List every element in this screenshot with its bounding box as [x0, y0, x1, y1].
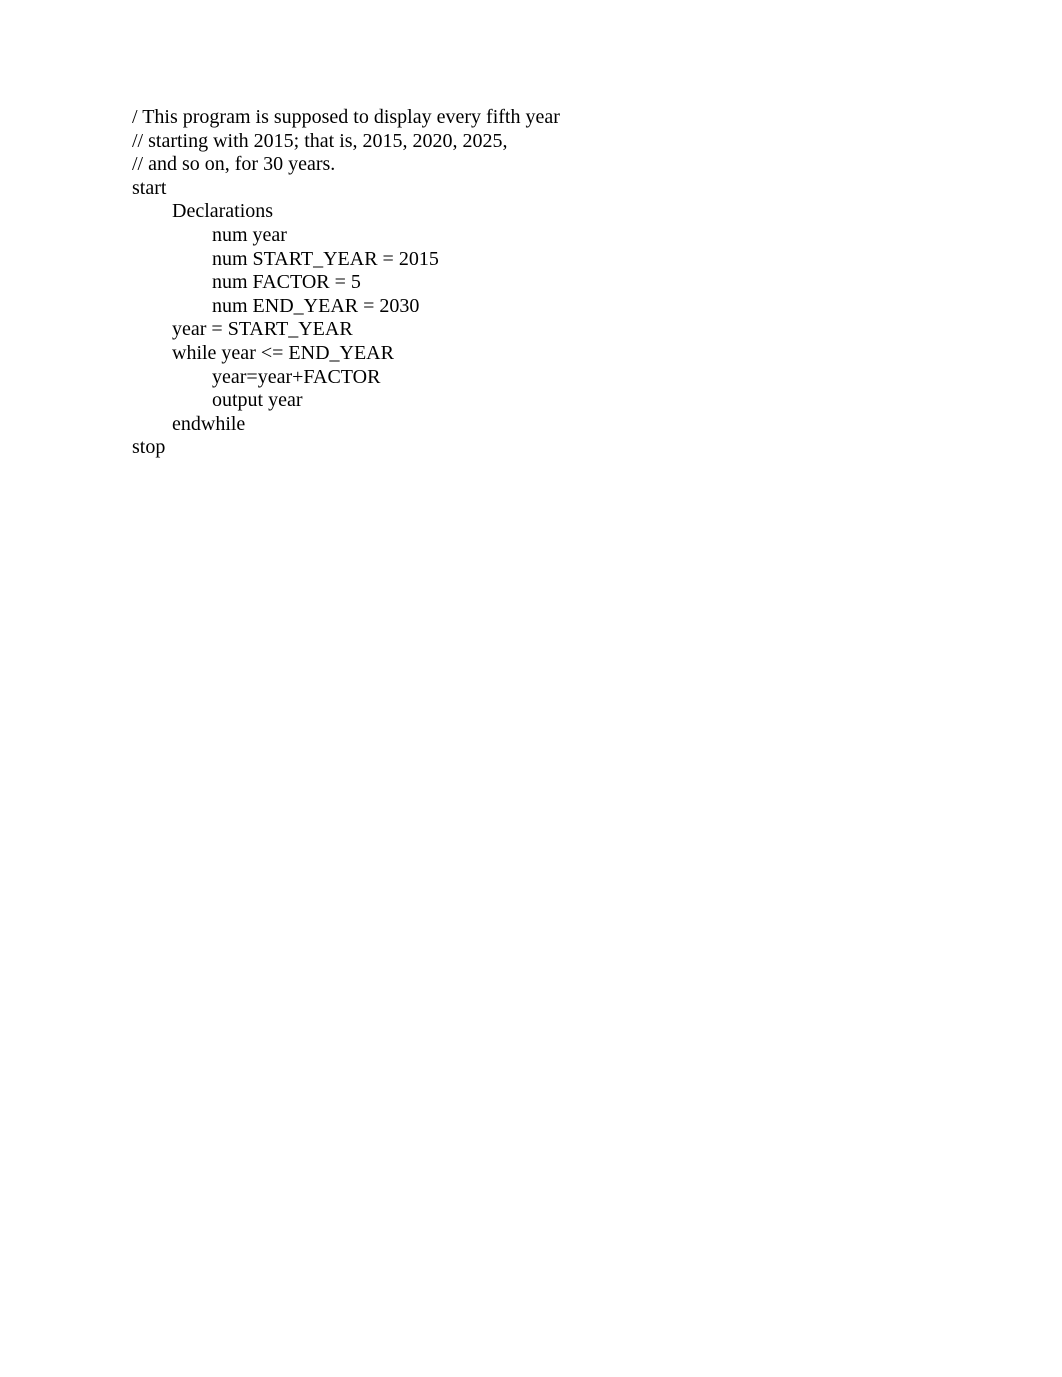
code-line: Declarations	[132, 200, 1062, 224]
code-line: endwhile	[132, 413, 1062, 437]
code-line: year=year+FACTOR	[132, 366, 1062, 390]
code-line: year = START_YEAR	[132, 318, 1062, 342]
pseudocode-block: / This program is supposed to display ev…	[132, 106, 1062, 460]
code-line: / This program is supposed to display ev…	[132, 106, 1062, 130]
code-line: // and so on, for 30 years.	[132, 153, 1062, 177]
code-line: // starting with 2015; that is, 2015, 20…	[132, 130, 1062, 154]
code-line: num year	[132, 224, 1062, 248]
code-line: num START_YEAR = 2015	[132, 248, 1062, 272]
code-line: output year	[132, 389, 1062, 413]
code-line: num END_YEAR = 2030	[132, 295, 1062, 319]
code-line: stop	[132, 436, 1062, 460]
code-line: while year <= END_YEAR	[132, 342, 1062, 366]
code-line: start	[132, 177, 1062, 201]
code-line: num FACTOR = 5	[132, 271, 1062, 295]
